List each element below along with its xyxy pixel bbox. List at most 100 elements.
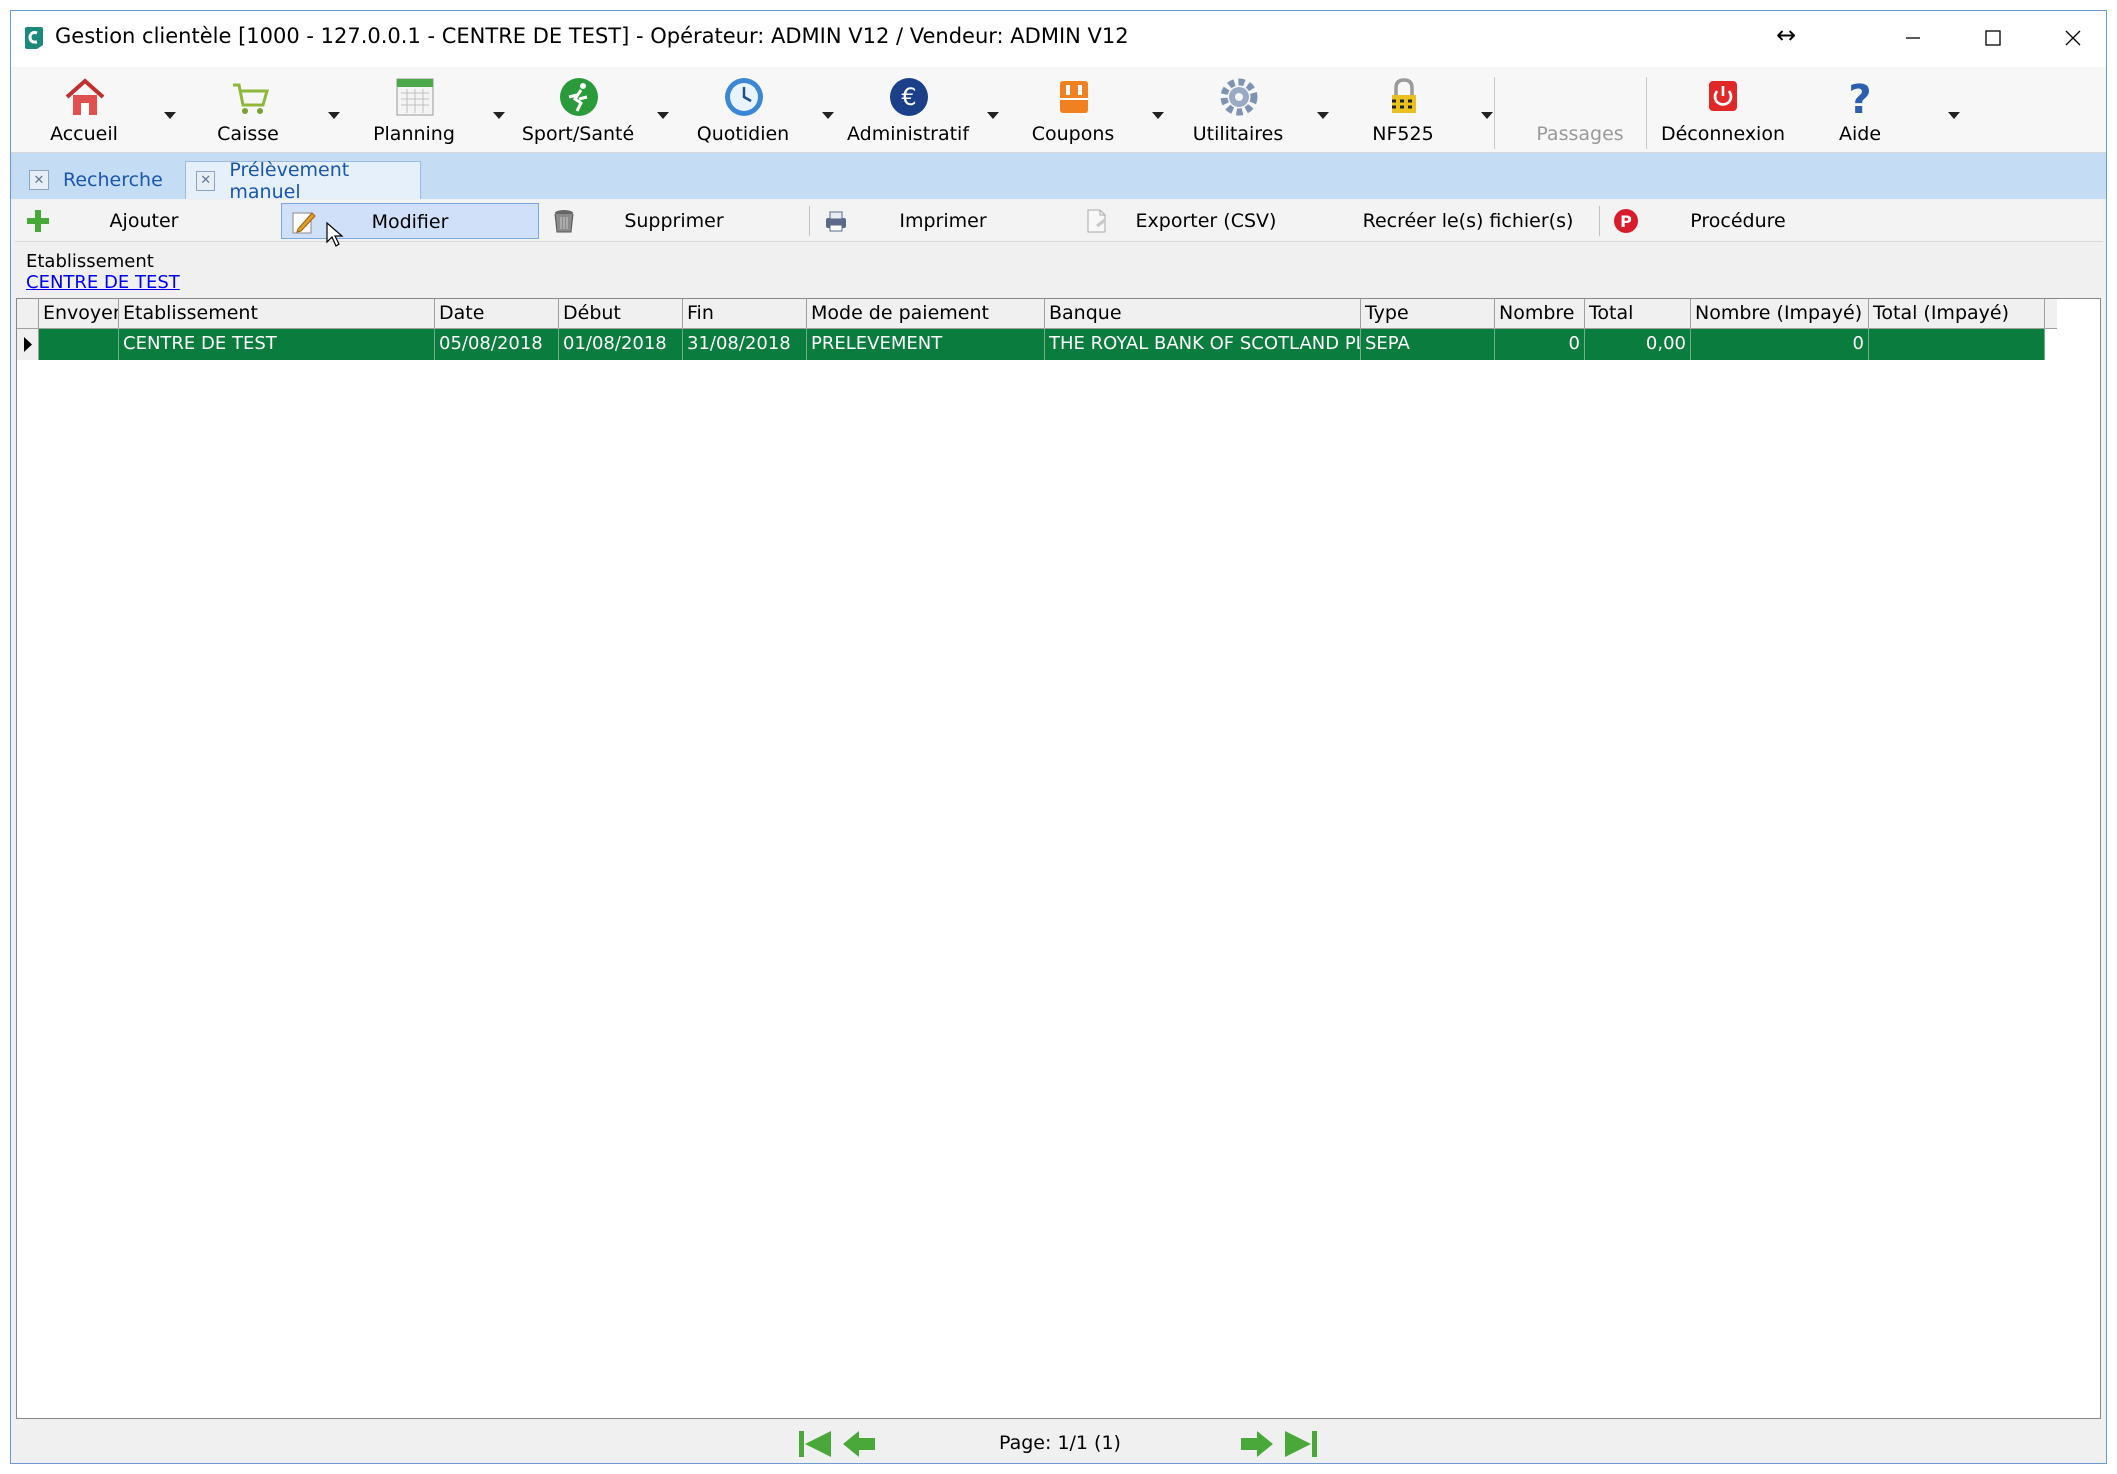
- data-grid[interactable]: Envoyer Etablissement Date Début Fin Mod…: [16, 298, 2101, 1419]
- recreate-files-button-label: Recréer le(s) fichier(s): [1362, 210, 1574, 232]
- toolbar-accueil-button[interactable]: Accueil: [19, 73, 149, 149]
- column-header-total[interactable]: Total: [1585, 299, 1691, 329]
- dropdown-arrow-icon: [822, 111, 834, 119]
- cell-mode-paiement[interactable]: PRELEVEMENT: [807, 329, 1045, 360]
- tab-close-icon[interactable]: ✕: [29, 170, 49, 190]
- column-header-date[interactable]: Date: [435, 299, 559, 329]
- resize-icon[interactable]: ↔: [1776, 21, 1796, 49]
- column-header-banque[interactable]: Banque: [1045, 299, 1361, 329]
- toolbar-caisse-button[interactable]: Caisse: [183, 73, 313, 149]
- minimize-button[interactable]: [1873, 15, 1953, 61]
- toolbar-accueil-dropdown[interactable]: [159, 107, 181, 123]
- print-button-label: Imprimer: [899, 210, 987, 232]
- cell-date[interactable]: 05/08/2018: [435, 329, 559, 360]
- toolbar-quotidien-dropdown[interactable]: [817, 107, 839, 123]
- column-header-nombre[interactable]: Nombre: [1495, 299, 1585, 329]
- toolbar-label: Accueil: [50, 123, 118, 145]
- last-page-button[interactable]: [1281, 1427, 1321, 1461]
- last-page-icon: [1285, 1431, 1317, 1457]
- toolbar-sport-sante-dropdown[interactable]: [652, 107, 674, 123]
- filter-etablissement-link[interactable]: CENTRE DE TEST: [26, 272, 180, 293]
- action-separator: [809, 206, 810, 236]
- column-header-total-impaye[interactable]: Total (Impayé): [1869, 299, 2045, 329]
- lock-icon: [1392, 78, 1416, 113]
- grid-header: Envoyer Etablissement Date Début Fin Mod…: [17, 299, 2057, 329]
- column-header-etablissement[interactable]: Etablissement: [119, 299, 435, 329]
- edit-button[interactable]: Modifier: [281, 203, 539, 247]
- page-indicator: Page: 1/1 (1): [999, 1432, 1121, 1454]
- tab-prelevement-manuel[interactable]: ✕ Prélèvement manuel: [185, 159, 421, 203]
- tab-label: Recherche: [63, 169, 163, 191]
- first-page-button[interactable]: [795, 1427, 835, 1461]
- toolbar-sport-sante-button[interactable]: Sport/Santé: [513, 73, 643, 149]
- recreate-files-button[interactable]: Recréer le(s) fichier(s): [1341, 203, 1595, 239]
- column-header-fin[interactable]: Fin: [683, 299, 807, 329]
- toolbar-label: Sport/Santé: [521, 123, 635, 145]
- toolbar-passages-button[interactable]: Passages: [1515, 73, 1645, 149]
- cell-debut[interactable]: 01/08/2018: [559, 329, 683, 360]
- procedure-button[interactable]: P Procédure: [1605, 203, 1871, 239]
- previous-page-button[interactable]: [839, 1427, 879, 1461]
- cell-envoyer[interactable]: [39, 329, 119, 360]
- toolbar-quotidien-button[interactable]: Quotidien: [678, 73, 808, 149]
- cell-fin[interactable]: 31/08/2018: [683, 329, 807, 360]
- export-csv-button[interactable]: Exporter (CSV): [1075, 203, 1337, 239]
- toolbar-aide-button[interactable]: ? Aide: [1805, 73, 1915, 149]
- delete-button[interactable]: Supprimer: [543, 203, 805, 239]
- toolbar-administratif-button[interactable]: € Administratif: [843, 73, 973, 149]
- dropdown-arrow-icon: [987, 111, 999, 119]
- cell-total-impaye[interactable]: [1869, 329, 2045, 360]
- toolbar-caisse-dropdown[interactable]: [323, 107, 345, 123]
- column-header-nombre-impaye[interactable]: Nombre (Impayé): [1691, 299, 1869, 329]
- toolbar-planning-button[interactable]: Planning: [349, 73, 479, 149]
- app-window: Gestion clientèle [1000 - 127.0.0.1 - CE…: [10, 10, 2107, 1464]
- power-icon: [1709, 81, 1737, 111]
- close-button[interactable]: [2033, 15, 2106, 61]
- toolbar-utilitaires-dropdown[interactable]: [1312, 107, 1334, 123]
- grid-corner-cell: [17, 299, 39, 329]
- runner-icon: [560, 78, 598, 116]
- tab-close-icon[interactable]: ✕: [196, 170, 216, 191]
- toolbar-planning-dropdown[interactable]: [488, 107, 510, 123]
- add-button[interactable]: Ajouter: [17, 203, 271, 239]
- toolbar-coupons-button[interactable]: Coupons: [1008, 73, 1138, 149]
- toolbar-utilitaires-button[interactable]: Utilitaires: [1173, 73, 1303, 149]
- toolbar-coupons-dropdown[interactable]: [1147, 107, 1169, 123]
- cell-total[interactable]: 0,00: [1585, 329, 1691, 360]
- toolbar-administratif-dropdown[interactable]: [982, 107, 1004, 123]
- next-page-icon: [1241, 1431, 1273, 1457]
- print-button[interactable]: Imprimer: [815, 203, 1071, 239]
- cell-etablissement[interactable]: CENTRE DE TEST: [119, 329, 435, 360]
- toolbar-nf525-button[interactable]: NF525: [1338, 73, 1468, 149]
- first-page-icon: [799, 1431, 831, 1457]
- edit-button-label: Modifier: [371, 211, 449, 233]
- column-header-debut[interactable]: Début: [559, 299, 683, 329]
- column-header-mode-paiement[interactable]: Mode de paiement: [807, 299, 1045, 329]
- tab-label: Prélèvement manuel: [229, 158, 350, 203]
- toolbar-aide-dropdown[interactable]: [1943, 107, 1965, 123]
- column-header-type[interactable]: Type: [1361, 299, 1495, 329]
- cell-nombre-impaye[interactable]: 0: [1691, 329, 1869, 360]
- toolbar-separator: [1494, 77, 1495, 149]
- toolbar-label: Administratif: [846, 123, 970, 145]
- minimize-icon: [1906, 37, 1920, 39]
- table-row[interactable]: CENTRE DE TEST 05/08/2018 01/08/2018 31/…: [17, 329, 2057, 360]
- toolbar-label: Quotidien: [696, 123, 790, 145]
- dropdown-arrow-icon: [328, 111, 340, 119]
- dropdown-arrow-icon: [1948, 111, 1960, 119]
- toolbar-deconnexion-button[interactable]: Déconnexion: [1653, 73, 1793, 149]
- row-indicator[interactable]: [17, 329, 39, 360]
- next-page-button[interactable]: [1237, 1427, 1277, 1461]
- cart-icon: [233, 83, 269, 114]
- app-logo-icon: [25, 27, 43, 49]
- cell-type[interactable]: SEPA: [1361, 329, 1495, 360]
- tab-recherche[interactable]: ✕ Recherche: [19, 161, 181, 199]
- cell-nombre[interactable]: 0: [1495, 329, 1585, 360]
- toolbar-separator: [1646, 77, 1647, 149]
- euro-icon: €: [890, 78, 928, 116]
- title-bar[interactable]: Gestion clientèle [1000 - 127.0.0.1 - CE…: [11, 11, 2106, 67]
- cell-banque[interactable]: THE ROYAL BANK OF SCOTLAND PLC: [1045, 329, 1361, 360]
- maximize-button[interactable]: [1953, 15, 2033, 61]
- help-icon: ?: [1848, 77, 1871, 119]
- column-header-envoyer[interactable]: Envoyer: [39, 299, 119, 329]
